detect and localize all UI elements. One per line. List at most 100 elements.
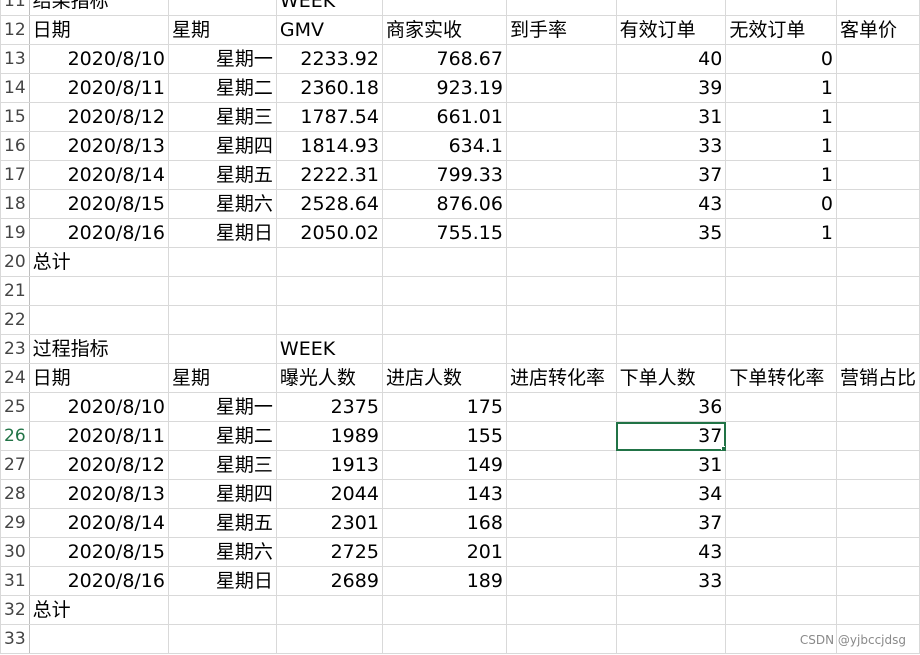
cell-E16[interactable] <box>505 131 617 161</box>
cell-B32[interactable] <box>167 595 277 625</box>
cell-E21[interactable] <box>505 276 617 306</box>
cell-C30[interactable]: 2725 <box>275 537 383 567</box>
cell-E29[interactable] <box>505 508 617 538</box>
row-header[interactable]: 29 <box>0 508 30 538</box>
cell-D31[interactable]: 189 <box>381 566 507 596</box>
cell-C31[interactable]: 2689 <box>275 566 383 596</box>
cell-F20[interactable] <box>615 247 727 277</box>
cell-F32[interactable] <box>615 595 727 625</box>
cell-E27[interactable] <box>505 450 617 480</box>
cell-A12[interactable]: 日期 <box>28 15 169 45</box>
cell-C27[interactable]: 1913 <box>275 450 383 480</box>
cell-A29[interactable]: 2020/8/14 <box>28 508 169 538</box>
cell-E31[interactable] <box>505 566 617 596</box>
cell-D13[interactable]: 768.67 <box>381 44 507 74</box>
row-header[interactable]: 18 <box>0 189 30 219</box>
cell-F23[interactable] <box>615 334 727 364</box>
cell-A33[interactable] <box>28 624 169 654</box>
cell-D32[interactable] <box>381 595 507 625</box>
cell-F27[interactable]: 31 <box>615 450 727 480</box>
cell-A21[interactable] <box>28 276 169 306</box>
row-header[interactable]: 22 <box>0 305 30 335</box>
row-header[interactable]: 25 <box>0 392 30 422</box>
cell-G26[interactable] <box>725 421 837 451</box>
cell-B25[interactable]: 星期一 <box>167 392 277 422</box>
cell-B29[interactable]: 星期五 <box>167 508 277 538</box>
row-header[interactable]: 15 <box>0 102 30 132</box>
cell-F22[interactable] <box>615 305 727 335</box>
cell-E30[interactable] <box>505 537 617 567</box>
cell-G27[interactable] <box>725 450 837 480</box>
cell-D33[interactable] <box>381 624 507 654</box>
cell-A14[interactable]: 2020/8/11 <box>28 73 169 103</box>
cell-B16[interactable]: 星期四 <box>167 131 277 161</box>
cell-C24[interactable]: 曝光人数 <box>275 363 383 393</box>
cell-E32[interactable] <box>505 595 617 625</box>
cell-H14[interactable] <box>835 73 920 103</box>
cell-F14[interactable]: 39 <box>615 73 727 103</box>
cell-A18[interactable]: 2020/8/15 <box>28 189 169 219</box>
cell-C26[interactable]: 1989 <box>275 421 383 451</box>
cell-B13[interactable]: 星期一 <box>167 44 277 74</box>
cell-H22[interactable] <box>835 305 920 335</box>
cell-A31[interactable]: 2020/8/16 <box>28 566 169 596</box>
cell-H28[interactable] <box>835 479 920 509</box>
cell-G18[interactable]: 0 <box>725 189 837 219</box>
cell-G14[interactable]: 1 <box>725 73 837 103</box>
cell-G15[interactable]: 1 <box>725 102 837 132</box>
row-header[interactable]: 14 <box>0 73 30 103</box>
cell-G32[interactable] <box>725 595 837 625</box>
cell-A25[interactable]: 2020/8/10 <box>28 392 169 422</box>
cell-C22[interactable] <box>275 305 383 335</box>
cell-D20[interactable] <box>381 247 507 277</box>
cell-G13[interactable]: 0 <box>725 44 837 74</box>
cell-H23[interactable] <box>835 334 920 364</box>
row-header[interactable]: 17 <box>0 160 30 190</box>
cell-B11[interactable] <box>167 0 277 16</box>
cell-A17[interactable]: 2020/8/14 <box>28 160 169 190</box>
cell-B20[interactable] <box>167 247 277 277</box>
cell-B31[interactable]: 星期日 <box>167 566 277 596</box>
cell-A27[interactable]: 2020/8/12 <box>28 450 169 480</box>
cell-F16[interactable]: 33 <box>615 131 727 161</box>
row-header[interactable]: 12 <box>0 15 30 45</box>
cell-G28[interactable] <box>725 479 837 509</box>
cell-C13[interactable]: 2233.92 <box>275 44 383 74</box>
cell-G24[interactable]: 下单转化率 <box>725 363 837 393</box>
row-header[interactable]: 32 <box>0 595 30 625</box>
cell-D30[interactable]: 201 <box>381 537 507 567</box>
cell-H24[interactable]: 营销占比 <box>835 363 920 393</box>
cell-G19[interactable]: 1 <box>725 218 837 248</box>
cell-B12[interactable]: 星期 <box>167 15 277 45</box>
cell-D15[interactable]: 661.01 <box>381 102 507 132</box>
cell-E14[interactable] <box>505 73 617 103</box>
cell-G31[interactable] <box>725 566 837 596</box>
cell-G29[interactable] <box>725 508 837 538</box>
cell-D14[interactable]: 923.19 <box>381 73 507 103</box>
cell-C25[interactable]: 2375 <box>275 392 383 422</box>
cell-F25[interactable]: 36 <box>615 392 727 422</box>
row-header[interactable]: 31 <box>0 566 30 596</box>
cell-A26[interactable]: 2020/8/11 <box>28 421 169 451</box>
cell-C20[interactable] <box>275 247 383 277</box>
cell-C19[interactable]: 2050.02 <box>275 218 383 248</box>
cell-B26[interactable]: 星期二 <box>167 421 277 451</box>
cell-A11[interactable]: 结果指标 <box>28 0 169 16</box>
cell-H27[interactable] <box>835 450 920 480</box>
cell-D23[interactable] <box>381 334 507 364</box>
cell-D18[interactable]: 876.06 <box>381 189 507 219</box>
cell-A15[interactable]: 2020/8/12 <box>28 102 169 132</box>
cell-H18[interactable] <box>835 189 920 219</box>
row-header[interactable]: 21 <box>0 276 30 306</box>
cell-D21[interactable] <box>381 276 507 306</box>
cell-C21[interactable] <box>275 276 383 306</box>
cell-F33[interactable] <box>615 624 727 654</box>
cell-H19[interactable] <box>835 218 920 248</box>
row-header[interactable]: 11 <box>0 0 30 16</box>
cell-G23[interactable] <box>725 334 837 364</box>
cell-A22[interactable] <box>28 305 169 335</box>
cell-H31[interactable] <box>835 566 920 596</box>
cell-E13[interactable] <box>505 44 617 74</box>
cell-D17[interactable]: 799.33 <box>381 160 507 190</box>
cell-D16[interactable]: 634.1 <box>381 131 507 161</box>
